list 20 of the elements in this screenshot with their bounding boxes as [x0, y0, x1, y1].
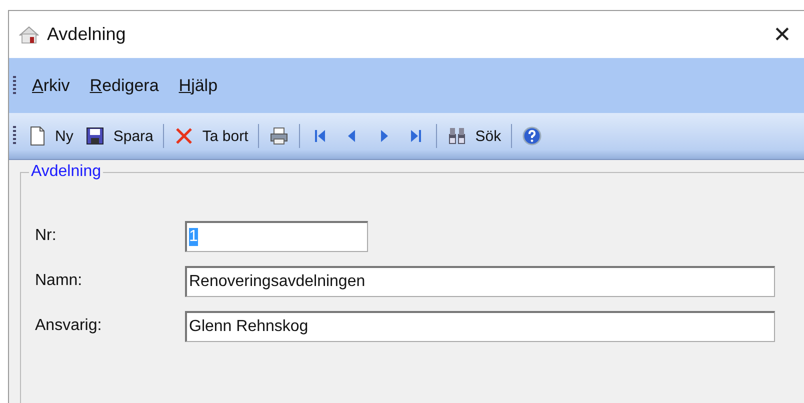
field-label: Namn: — [35, 272, 84, 290]
toolbar-button[interactable]: Spara — [80, 124, 158, 148]
toolbar-button[interactable]: Sök — [442, 124, 506, 148]
menu-item[interactable]: Arkiv — [32, 76, 70, 96]
text-field[interactable]: Renoveringsavdelningen — [185, 266, 775, 296]
grip-icon — [13, 76, 16, 96]
cross-icon — [174, 126, 194, 146]
window-title: Avdelning — [47, 24, 127, 45]
toolbar-button[interactable]: Ny — [22, 124, 78, 148]
close-button[interactable]: ✕ — [773, 24, 791, 46]
field-label: Ansvarig: — [35, 317, 103, 335]
menu-item[interactable]: Hjälp — [178, 76, 218, 96]
house-icon — [19, 26, 39, 44]
menu-item[interactable]: Redigera — [90, 76, 159, 96]
field-label: Nr: — [35, 227, 58, 245]
text-field[interactable]: Glenn Rehnskog — [185, 310, 775, 342]
grip-icon — [13, 126, 16, 146]
toolbar-button[interactable]: Ta bort — [169, 124, 254, 148]
binoculars-icon — [447, 126, 468, 146]
group-title: Avdelning — [29, 163, 103, 181]
